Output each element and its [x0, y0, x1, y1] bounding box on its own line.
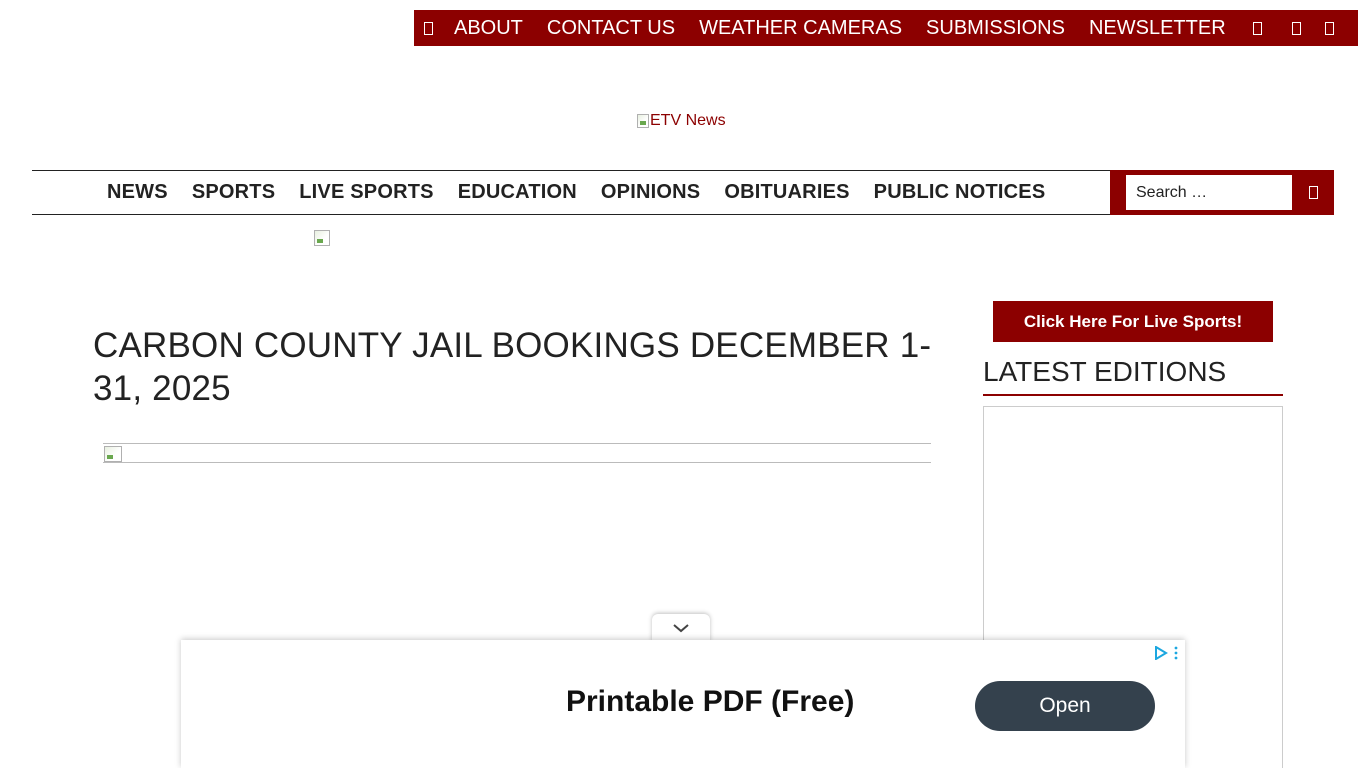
top-link-about[interactable]: ABOUT [442, 10, 535, 46]
nav-item-public-notices[interactable]: PUBLIC NOTICES [862, 181, 1058, 204]
chevron-down-icon [673, 624, 689, 633]
home-icon[interactable] [414, 10, 442, 46]
ad-collapse-toggle[interactable] [652, 614, 710, 642]
nav-list: NEWS SPORTS LIVE SPORTS EDUCATION OPINIO… [95, 171, 1057, 214]
nav-item-opinions[interactable]: OPINIONS [589, 181, 712, 204]
article-title: CARBON COUNTY JAIL BOOKINGS DECEMBER 1-3… [93, 326, 932, 408]
search-icon [1308, 186, 1318, 199]
top-link-contact-us[interactable]: CONTACT US [535, 10, 687, 46]
search-form [1110, 170, 1334, 215]
featured-image [103, 443, 931, 463]
ad-headline[interactable]: Printable PDF (Free) [566, 685, 854, 719]
nav-item-news[interactable]: NEWS [95, 181, 180, 204]
logo-alt-text: ETV News [650, 112, 726, 129]
nav-item-live-sports[interactable]: LIVE SPORTS [287, 181, 445, 204]
search-button[interactable] [1292, 175, 1334, 210]
broken-image-icon [637, 114, 649, 128]
latest-editions-heading: LATEST EDITIONS [983, 355, 1283, 396]
facebook-icon[interactable] [1244, 10, 1272, 46]
banner-image[interactable] [314, 230, 330, 246]
search-input[interactable] [1126, 175, 1292, 210]
instagram-icon[interactable] [1316, 10, 1344, 46]
top-link-submissions[interactable]: SUBMISSIONS [914, 10, 1077, 46]
top-utility-bar: ABOUT CONTACT US WEATHER CAMERAS SUBMISS… [414, 10, 1358, 46]
nav-item-education[interactable]: EDUCATION [446, 181, 589, 204]
top-link-newsletter[interactable]: NEWSLETTER [1077, 10, 1238, 46]
nav-item-obituaries[interactable]: OBITUARIES [712, 181, 861, 204]
top-link-weather-cameras[interactable]: WEATHER CAMERAS [687, 10, 914, 46]
broken-image-icon [104, 446, 122, 462]
main-navigation: NEWS SPORTS LIVE SPORTS EDUCATION OPINIO… [32, 170, 1334, 215]
ad-choices-icon[interactable] [1154, 646, 1168, 660]
bottom-ad-banner[interactable]: Printable PDF (Free) Open [181, 640, 1185, 768]
twitter-icon[interactable] [1283, 10, 1311, 46]
nav-item-sports[interactable]: SPORTS [180, 181, 287, 204]
live-sports-button[interactable]: Click Here For Live Sports! [993, 301, 1273, 342]
ad-open-button[interactable]: Open [975, 681, 1155, 731]
ad-menu-icon[interactable] [1173, 646, 1179, 660]
site-logo[interactable]: ETV News [637, 112, 726, 130]
